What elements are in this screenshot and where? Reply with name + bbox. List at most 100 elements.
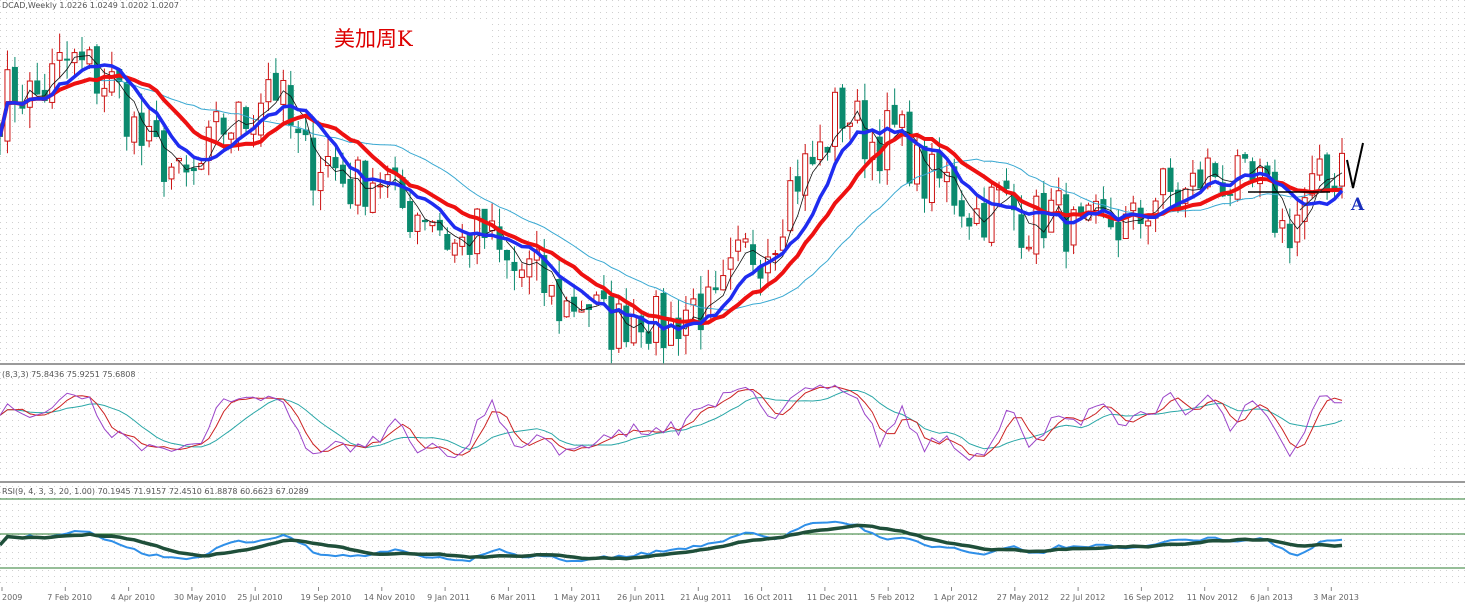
x-tick-label: 16 Sep 2012 — [1123, 593, 1174, 602]
x-tick-label: 1 May 2011 — [554, 593, 601, 602]
candle-body — [817, 141, 824, 161]
candle-body — [101, 87, 108, 97]
candle-body — [779, 236, 786, 251]
candle-body — [712, 287, 719, 291]
stoch-header: (8,3,3) 75.8436 75.9251 75.6808 — [2, 370, 135, 379]
candle-body — [548, 284, 555, 297]
candle-body — [839, 87, 846, 129]
x-tick-label: Dec 2009 — [0, 593, 22, 602]
candle-body — [802, 153, 809, 196]
candle-body — [727, 257, 734, 270]
candle-body — [928, 153, 935, 204]
candle-body — [34, 80, 41, 95]
candle-body — [511, 261, 518, 271]
chart-window: Dec 2009 7 Feb 2010 4 Apr 2010 30 May 2010 2… — [0, 0, 1465, 602]
candle-body — [608, 295, 615, 350]
candle-body — [518, 269, 525, 278]
candle-body — [809, 156, 816, 165]
candle-body — [407, 201, 414, 233]
x-tick-label: 11 Nov 2012 — [1187, 593, 1238, 602]
candle-body — [750, 244, 757, 265]
candle-body — [1197, 169, 1204, 189]
x-tick-label: 9 Jan 2011 — [427, 593, 470, 602]
candle-body — [742, 238, 749, 243]
candle-body — [332, 157, 339, 169]
candle-body — [414, 214, 421, 232]
main-header: DCAD,Weekly 1.0226 1.0249 1.0202 1.0207 — [2, 1, 179, 10]
candle-body — [11, 66, 18, 103]
x-tick-label: 30 May 2010 — [174, 593, 226, 602]
candle-body — [138, 112, 145, 146]
candle-body — [1145, 220, 1152, 227]
candle-body — [451, 242, 458, 256]
candle-body — [563, 300, 570, 318]
x-tick-label: 5 Feb 2012 — [870, 593, 915, 602]
x-tick-label: 26 Jun 2011 — [617, 593, 665, 602]
candle-body — [243, 107, 250, 129]
candle-body — [265, 79, 272, 103]
rsi-header: RSI(9, 4, 3, 3, 20, 1.00) 70.1945 71.915… — [2, 487, 309, 496]
x-tick-label: 3 Mar 2013 — [1313, 593, 1359, 602]
candle-body — [131, 116, 138, 143]
candle-body — [720, 275, 727, 291]
candle-body — [325, 155, 332, 167]
x-tick-label: 22 Jul 2012 — [1060, 593, 1105, 602]
candle-body — [228, 132, 235, 140]
candle-body — [526, 258, 533, 278]
chart-canvas: Dec 2009 7 Feb 2010 4 Apr 2010 30 May 2010 2… — [0, 0, 1465, 602]
candle-body — [1339, 152, 1345, 187]
candle-body — [1115, 221, 1122, 241]
x-tick-label: 14 Nov 2010 — [364, 593, 415, 602]
candle-body — [1003, 180, 1010, 189]
x-tick-label: 7 Feb 2010 — [47, 593, 92, 602]
candle-body — [64, 58, 71, 61]
x-tick-label: 27 May 2012 — [997, 593, 1049, 602]
candle-body — [1055, 190, 1062, 206]
candle-body — [1316, 158, 1323, 176]
candle-body — [899, 114, 906, 128]
candle-body — [93, 46, 100, 94]
candle-body — [1130, 202, 1137, 212]
candle-body — [384, 174, 391, 183]
candle-body — [183, 164, 190, 173]
candle-body — [630, 315, 637, 344]
candle-body — [168, 166, 175, 180]
x-tick-label: 4 Apr 2010 — [111, 593, 155, 602]
white-box — [1361, 430, 1431, 464]
candle-body — [161, 130, 168, 182]
candle-body — [556, 279, 563, 322]
chart-title: 美加周K — [334, 27, 413, 51]
candle-body — [1025, 246, 1032, 250]
candle-body — [317, 171, 324, 192]
x-tick-label: 19 Sep 2010 — [301, 593, 352, 602]
candle-body — [735, 239, 742, 252]
x-tick-label: 1 Apr 2012 — [934, 593, 978, 602]
marker-label: A — [1350, 195, 1365, 215]
x-tick-label: 6 Jan 2013 — [1250, 593, 1293, 602]
candle-body — [1018, 214, 1025, 248]
candle-body — [958, 200, 965, 217]
candle-body — [377, 185, 384, 188]
candle-body — [794, 176, 801, 192]
x-tick-label: 21 Aug 2011 — [680, 593, 731, 602]
candle-body — [1279, 220, 1286, 229]
candle-body — [503, 249, 510, 261]
candle-body — [1189, 172, 1196, 187]
x-tick-label: 16 Oct 2011 — [744, 593, 793, 602]
x-tick-label: 25 Jul 2010 — [237, 593, 282, 602]
candle-body — [861, 100, 868, 160]
x-tick-label: 6 Mar 2011 — [490, 593, 536, 602]
candle-body — [190, 167, 197, 172]
candle-body — [339, 164, 346, 184]
candle-body — [1286, 223, 1293, 249]
candle-body — [1242, 154, 1249, 159]
candle-body — [354, 159, 361, 206]
x-tick-label: 11 Dec 2011 — [807, 593, 858, 602]
stoch-grid — [0, 367, 1465, 480]
candle-body — [347, 178, 354, 205]
candle-body — [690, 298, 697, 306]
candle-body — [772, 253, 779, 256]
candle-body — [653, 295, 660, 343]
candle-body — [787, 180, 794, 232]
candle-body — [362, 160, 369, 207]
